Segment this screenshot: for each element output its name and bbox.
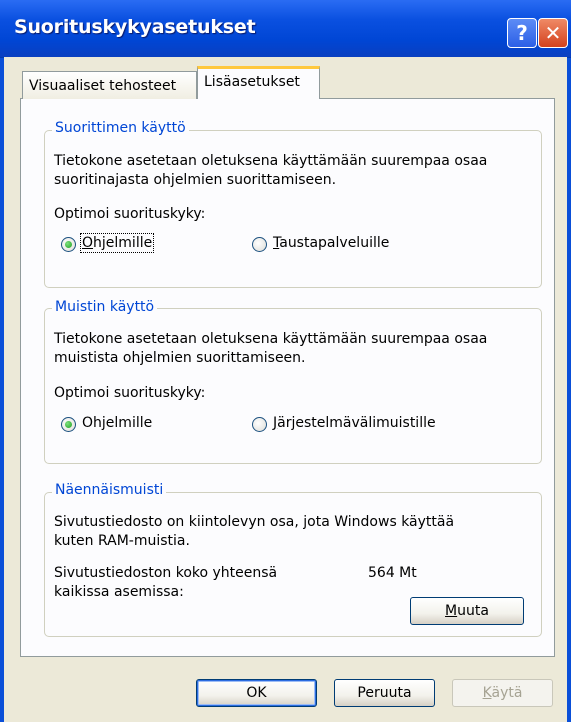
processor-optimize-label: Optimoi suorituskyky: <box>54 206 206 222</box>
processor-programs-radio[interactable] <box>61 237 76 252</box>
memory-cache-label[interactable]: Järjestelmävälimuistille <box>273 415 436 431</box>
virtual-memory-description: Sivutustiedosto on kiintolevyn osa, jota… <box>54 513 454 551</box>
memory-description-line1: Tietokone asetetaan oletuksena käyttämää… <box>54 331 488 347</box>
label-pre: Oh <box>82 415 102 431</box>
virtual-memory-legend: Näennäismuisti <box>52 482 167 498</box>
paging-size-label: Sivutustiedoston koko yhteensä kaikissa … <box>54 564 277 602</box>
mnemonic: M <box>445 603 458 619</box>
label-rest: elmille <box>105 415 153 431</box>
change-button[interactable]: Muuta <box>410 597 524 625</box>
virtual-memory-description-line2: kuten RAM-muistia. <box>54 533 190 549</box>
mnemonic: O <box>82 235 94 251</box>
processor-description-line1: Tietokone asetetaan oletuksena käyttämää… <box>54 153 488 169</box>
processor-background-label[interactable]: Taustapalveluille <box>273 235 389 251</box>
paging-size-label-line2: kaikissa asemissa: <box>54 584 184 600</box>
label-rest: hjelmille <box>93 235 153 251</box>
ok-button[interactable]: OK <box>196 679 317 707</box>
memory-programs-label[interactable]: Ohjelmille <box>82 415 152 431</box>
virtual-memory-description-line1: Sivutustiedosto on kiintolevyn osa, jota… <box>54 514 455 530</box>
memory-programs-radio[interactable] <box>61 417 76 432</box>
processor-programs-label[interactable]: Ohjelmille <box>79 233 155 253</box>
label-rest: äytä <box>491 685 523 701</box>
memory-optimize-label: Optimoi suorituskyky: <box>54 385 206 401</box>
processor-description: Tietokone asetetaan oletuksena käyttämää… <box>54 152 487 190</box>
processor-description-line2: suoritinajasta ohjelmien suorittamiseen. <box>54 172 337 188</box>
mnemonic: K <box>482 685 492 701</box>
close-icon: ✕ <box>544 21 562 45</box>
title-bar[interactable]: Suorituskykyasetukset ? ✕ <box>0 0 571 58</box>
memory-description: Tietokone asetetaan oletuksena käyttämää… <box>54 330 487 368</box>
tab-advanced[interactable]: Lisäasetukset <box>197 66 320 99</box>
apply-button[interactable]: Käytä <box>452 679 553 707</box>
tab-visual-effects[interactable]: Visuaaliset tehosteet <box>22 71 197 99</box>
paging-size-label-line1: Sivutustiedoston koko yhteensä <box>54 565 278 581</box>
processor-group-legend: Suorittimen käyttö <box>52 120 189 136</box>
paging-size-value: 564 Mt <box>368 565 417 581</box>
memory-cache-radio[interactable] <box>252 417 267 432</box>
memory-group-legend: Muistin käyttö <box>52 299 158 315</box>
help-icon: ? <box>516 21 528 45</box>
close-button[interactable]: ✕ <box>538 18 568 48</box>
label-rest: uuta <box>457 603 489 619</box>
memory-description-line2: muistista ohjelmien suorittamiseen. <box>54 350 306 366</box>
cancel-button[interactable]: Peruuta <box>334 679 435 707</box>
help-button[interactable]: ? <box>507 18 537 48</box>
label-rest: ärjestelmävälimuistille <box>277 415 436 431</box>
window-title: Suorituskykyasetukset <box>14 16 256 38</box>
processor-background-radio[interactable] <box>252 237 267 252</box>
label-rest: austapalveluille <box>279 235 390 251</box>
